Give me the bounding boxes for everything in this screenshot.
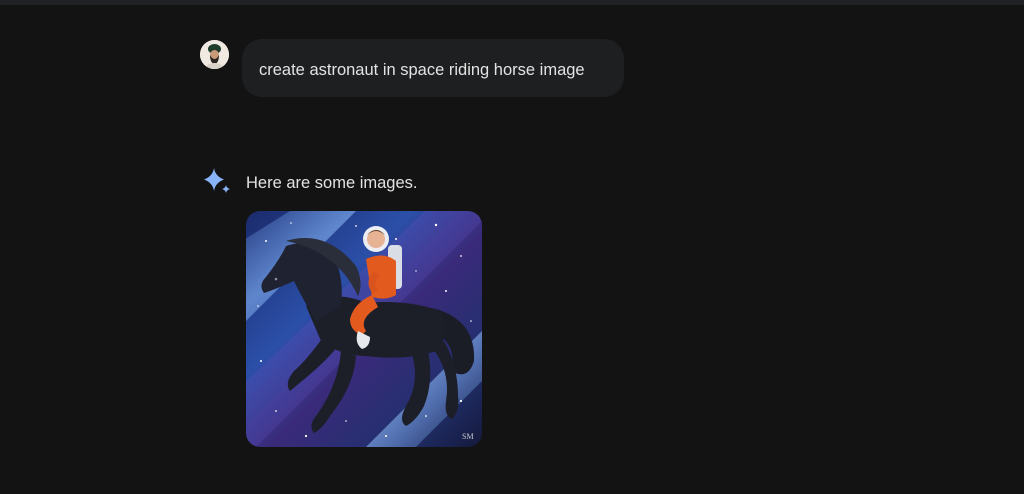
response-text: Here are some images. (246, 174, 418, 192)
generated-image[interactable]: SM (246, 211, 482, 447)
image-signature: SM (462, 432, 474, 441)
sparkle-icon (204, 168, 230, 193)
astronaut-horse-image: SM (246, 211, 482, 447)
top-bar (0, 0, 1024, 5)
user-message-bubble: create astronaut in space riding horse i… (242, 39, 624, 97)
user-avatar-icon (200, 40, 229, 69)
user-message-text: create astronaut in space riding horse i… (259, 61, 585, 79)
user-avatar[interactable] (200, 40, 229, 69)
